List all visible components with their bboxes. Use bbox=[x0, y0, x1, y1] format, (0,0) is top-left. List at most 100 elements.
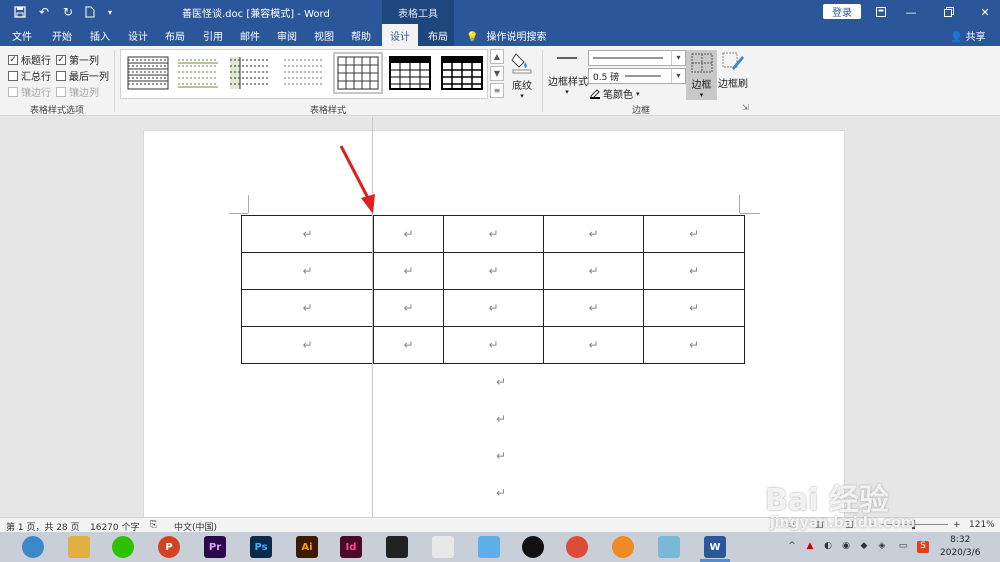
table-style-thumb[interactable] bbox=[127, 56, 169, 90]
tab-review[interactable]: 审阅 bbox=[277, 28, 297, 43]
gallery-up-icon[interactable]: ▲ bbox=[490, 49, 504, 64]
title-bar: ↶ ↻ ▾ 善医怪谈.doc [兼容模式] - Word 表格工具 登录 — ✕ bbox=[0, 0, 1000, 24]
table-style-thumb-selected[interactable] bbox=[333, 52, 383, 94]
tab-help[interactable]: 帮助 bbox=[351, 28, 371, 43]
restore-icon[interactable] bbox=[938, 3, 960, 21]
shading-button[interactable]: 底纹 ▾ bbox=[508, 50, 536, 100]
table-cell[interactable]: ↵ bbox=[543, 215, 644, 253]
border-styles-button[interactable]: 边框样式 ▾ bbox=[548, 52, 588, 96]
tab-design[interactable]: 设计 bbox=[128, 28, 148, 43]
new-doc-icon[interactable] bbox=[80, 3, 100, 21]
ribbon-tabs: 文件 开始 插入 设计 布局 引用 邮件 审阅 视图 帮助 设计 布局 💡 操作说… bbox=[0, 24, 1000, 46]
table-style-thumb[interactable] bbox=[229, 56, 271, 90]
redo-icon[interactable]: ↻ bbox=[58, 3, 78, 21]
tab-references[interactable]: 引用 bbox=[203, 28, 223, 43]
border-painter-button[interactable]: 边框刷 bbox=[718, 52, 748, 90]
word-table[interactable]: ↵ ↵ ↵ ↵ ↵ ↵ ↵ ↵ ↵ ↵ ↵ ↵ ↵ ↵ ↵ ↵ ↵ ↵ ↵ ↵ bbox=[241, 215, 745, 364]
tab-home[interactable]: 开始 bbox=[52, 28, 72, 43]
table-style-thumb[interactable] bbox=[283, 56, 325, 90]
battery-icon[interactable]: ▭ bbox=[897, 541, 909, 553]
explorer-icon[interactable] bbox=[68, 536, 90, 558]
minimize-icon[interactable]: — bbox=[900, 3, 922, 21]
pen-color-button[interactable]: 笔颜色 ▾ bbox=[590, 86, 640, 101]
dialog-launcher-icon[interactable]: ⇲ bbox=[742, 103, 749, 112]
photoshop-icon[interactable]: Ps bbox=[250, 536, 272, 558]
save-icon[interactable] bbox=[10, 3, 30, 21]
table-cell[interactable]: ↵ bbox=[241, 252, 374, 290]
tray-app-icon[interactable]: ◉ bbox=[840, 541, 852, 553]
close-icon[interactable]: ✕ bbox=[974, 3, 996, 21]
line-style-combo[interactable]: ▾ bbox=[588, 50, 686, 66]
table-cell[interactable]: ↵ bbox=[443, 215, 544, 253]
tell-me-search[interactable]: 💡 操作说明搜索 bbox=[466, 28, 546, 43]
undo-icon[interactable]: ↶ bbox=[34, 3, 54, 21]
tab-table-design[interactable]: 设计 bbox=[382, 24, 418, 46]
table-cell[interactable]: ↵ bbox=[543, 252, 644, 290]
table-cell[interactable]: ↵ bbox=[241, 215, 374, 253]
illustrator-icon[interactable]: Ai bbox=[296, 536, 318, 558]
gallery-more-icon[interactable]: ≡ bbox=[490, 83, 504, 98]
table-cell[interactable]: ↵ bbox=[543, 326, 644, 364]
tray-app-icon[interactable]: ◈ bbox=[876, 541, 888, 553]
header-row-checkbox[interactable]: ✓ 标题行 bbox=[8, 52, 51, 67]
browser-icon[interactable] bbox=[22, 536, 44, 558]
total-row-checkbox[interactable]: 汇总行 bbox=[8, 68, 51, 83]
orange-app-icon[interactable] bbox=[612, 536, 634, 558]
tray-expand-icon[interactable]: ^ bbox=[786, 541, 798, 553]
share-button[interactable]: 👤 共享 bbox=[950, 28, 986, 43]
picasa-icon[interactable] bbox=[432, 536, 454, 558]
login-button[interactable]: 登录 bbox=[823, 4, 861, 19]
customize-icon[interactable]: ▾ bbox=[100, 3, 120, 21]
table-cell[interactable]: ↵ bbox=[643, 215, 745, 253]
table-cell[interactable]: ↵ bbox=[443, 326, 544, 364]
table-row: ↵ ↵ ↵ ↵ ↵ bbox=[241, 252, 745, 290]
chrome-icon[interactable] bbox=[566, 536, 588, 558]
table-cell[interactable]: ↵ bbox=[373, 289, 444, 327]
tab-view[interactable]: 视图 bbox=[314, 28, 334, 43]
tab-table-layout[interactable]: 布局 bbox=[428, 28, 448, 43]
powerpoint-icon[interactable]: P bbox=[158, 536, 180, 558]
table-cell[interactable]: ↵ bbox=[443, 289, 544, 327]
red-arrow-icon bbox=[339, 145, 375, 214]
table-cell[interactable]: ↵ bbox=[643, 326, 745, 364]
tab-layout[interactable]: 布局 bbox=[165, 28, 185, 43]
margin-mark bbox=[739, 195, 740, 213]
table-cell[interactable]: ↵ bbox=[241, 326, 374, 364]
tray-app-icon[interactable]: ◆ bbox=[858, 541, 870, 553]
table-cell[interactable]: ↵ bbox=[241, 289, 374, 327]
table-style-thumb[interactable] bbox=[441, 56, 483, 90]
clock[interactable]: 8:32 2020/3/6 bbox=[940, 534, 980, 560]
table-cell[interactable]: ↵ bbox=[373, 252, 444, 290]
video-editor-icon[interactable] bbox=[386, 536, 408, 558]
tab-insert[interactable]: 插入 bbox=[90, 28, 110, 43]
wechat-icon[interactable] bbox=[112, 536, 134, 558]
table-cell[interactable]: ↵ bbox=[643, 289, 745, 327]
word-icon[interactable]: W bbox=[704, 536, 726, 558]
table-cell[interactable]: ↵ bbox=[643, 252, 745, 290]
margin-mark bbox=[248, 195, 249, 213]
table-cell[interactable]: ↵ bbox=[443, 252, 544, 290]
tray-app-icon[interactable]: ▲ bbox=[804, 541, 816, 553]
proofing-icon[interactable]: ⎘ bbox=[150, 520, 157, 530]
borders-button[interactable]: 边框 ▾ bbox=[686, 50, 717, 100]
table-cell[interactable]: ↵ bbox=[373, 215, 444, 253]
tray-app-icon[interactable]: ◐ bbox=[822, 541, 834, 553]
premiere-icon[interactable]: Pr bbox=[204, 536, 226, 558]
first-column-checkbox[interactable]: ✓ 第一列 bbox=[56, 52, 99, 67]
tab-mailings[interactable]: 邮件 bbox=[240, 28, 260, 43]
table-cell[interactable]: ↵ bbox=[373, 326, 444, 364]
indesign-icon[interactable]: Id bbox=[340, 536, 362, 558]
tab-file[interactable]: 文件 bbox=[12, 28, 32, 43]
bird-app-icon[interactable] bbox=[478, 536, 500, 558]
files-app-icon[interactable] bbox=[658, 536, 680, 558]
input-method-icon[interactable]: S bbox=[917, 541, 929, 553]
qq-icon[interactable] bbox=[522, 536, 544, 558]
tell-me-label: 操作说明搜索 bbox=[486, 32, 547, 43]
table-style-thumb[interactable] bbox=[177, 56, 219, 90]
table-style-thumb[interactable] bbox=[389, 56, 431, 90]
line-weight-combo[interactable]: 0.5 磅 ▾ bbox=[588, 68, 686, 84]
gallery-down-icon[interactable]: ▼ bbox=[490, 66, 504, 81]
ribbon-display-icon[interactable] bbox=[870, 3, 892, 21]
table-cell[interactable]: ↵ bbox=[543, 289, 644, 327]
last-column-checkbox[interactable]: 最后一列 bbox=[56, 68, 109, 83]
